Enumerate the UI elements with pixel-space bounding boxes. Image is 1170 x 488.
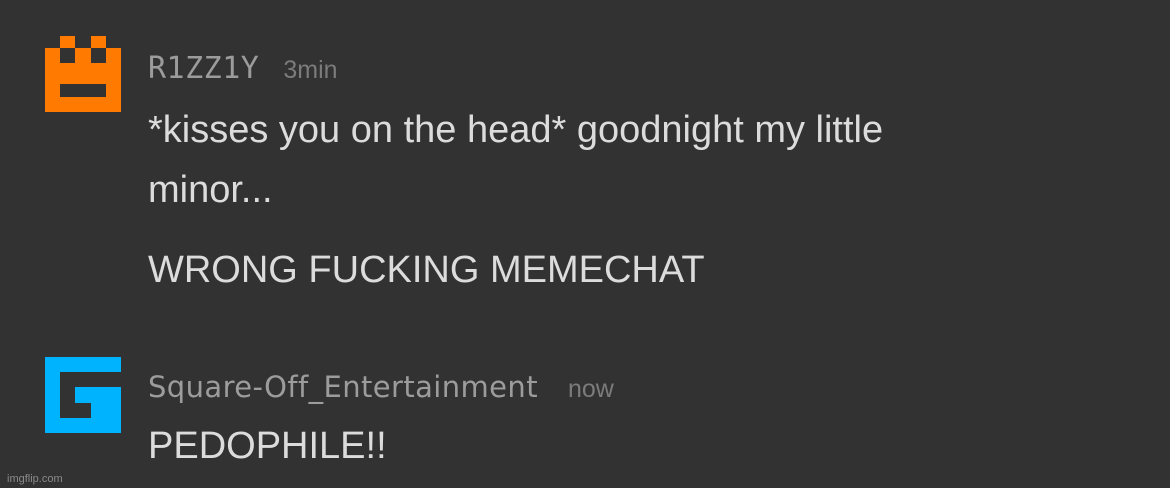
message-text: *kisses you on the head* goodnight my li… <box>148 109 884 211</box>
timestamp: 3min <box>283 56 338 84</box>
chat-window: R1ZZ1Y 3min *kisses you on the head* good… <box>0 0 1170 488</box>
username[interactable]: R1ZZ1Y <box>148 51 259 86</box>
message-header: Square-Off_Entertainment now <box>148 370 614 404</box>
orange-pixel-face-icon <box>45 36 121 112</box>
timestamp: now <box>567 375 614 403</box>
message-header: R1ZZ1Y 3min <box>148 51 338 86</box>
username[interactable]: Square-Off_Entertainment <box>148 370 538 404</box>
message-text: WRONG FUCKING MEMECHAT <box>148 249 705 291</box>
message-text: PEDOPHILE!! <box>148 425 387 467</box>
avatar[interactable] <box>45 357 121 433</box>
avatar[interactable] <box>45 36 121 112</box>
watermark: imgflip.com <box>7 473 63 485</box>
blue-pixel-g-icon <box>45 357 121 433</box>
